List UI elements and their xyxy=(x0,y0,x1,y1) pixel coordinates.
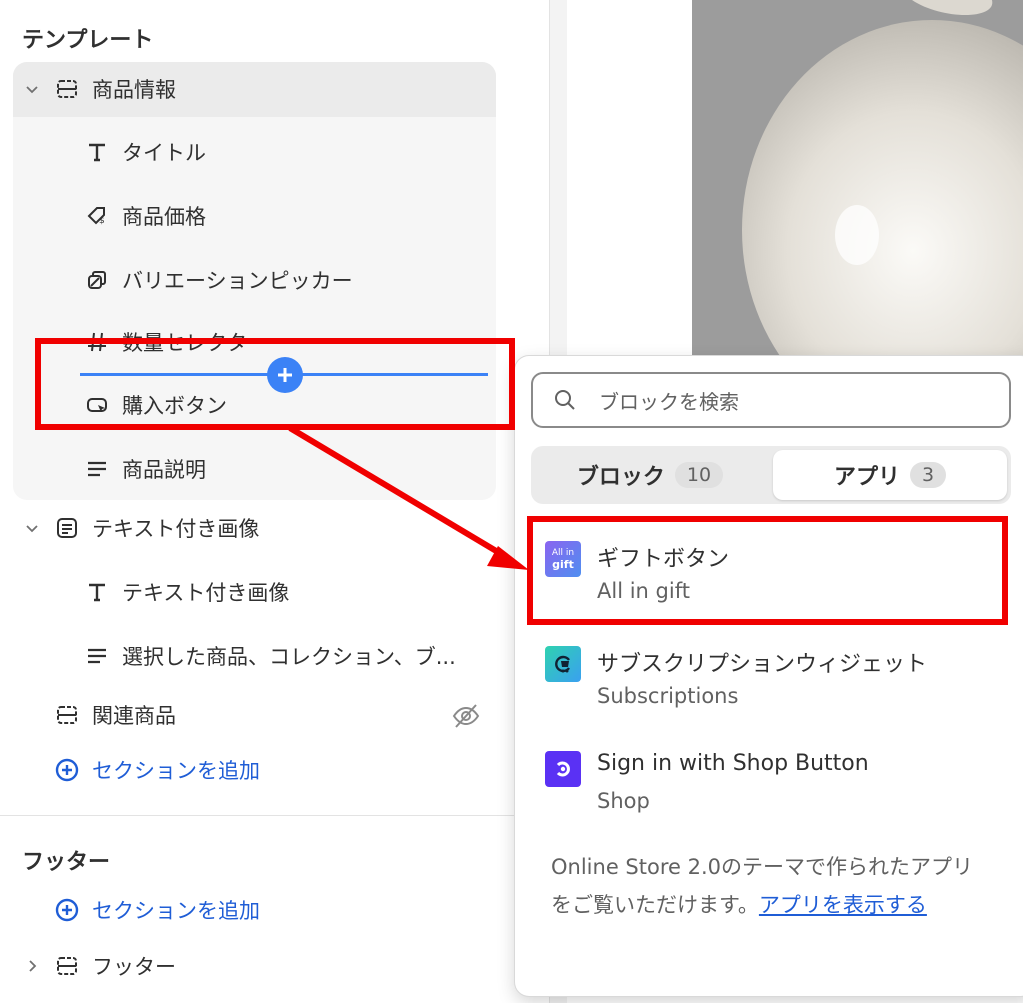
annotation-arrow xyxy=(288,425,529,570)
